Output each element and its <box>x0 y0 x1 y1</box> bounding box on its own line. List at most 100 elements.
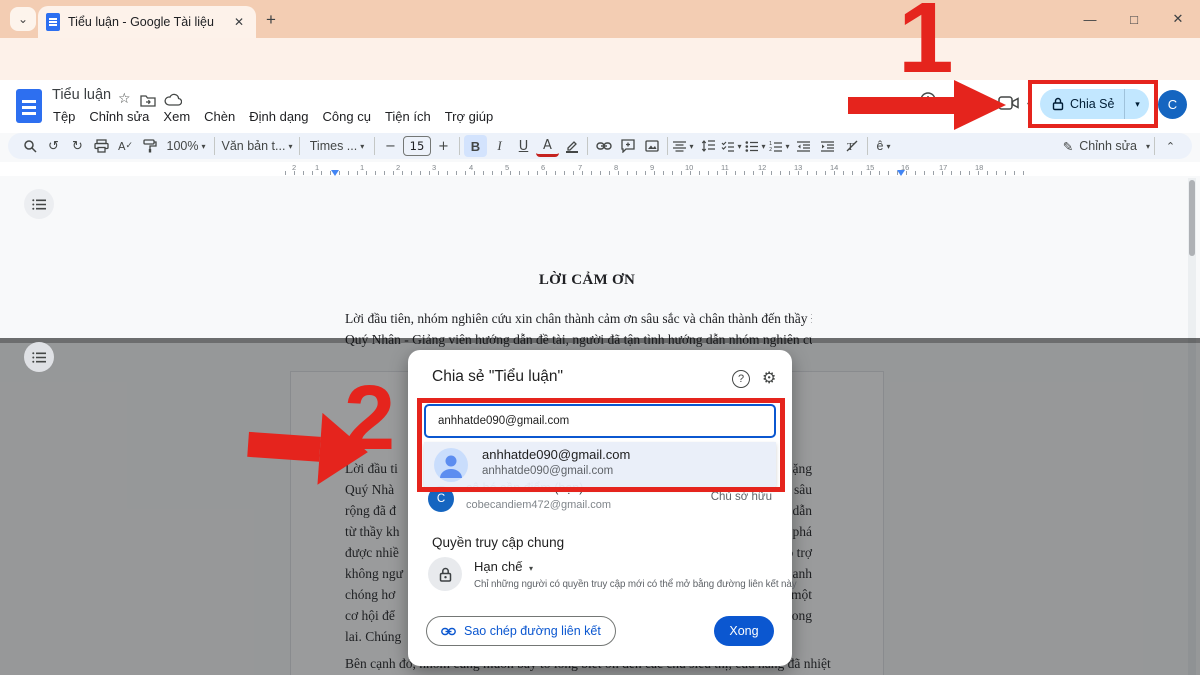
pencil-icon: ✎ <box>1063 139 1073 154</box>
lock-icon <box>439 567 452 582</box>
docs-favicon <box>46 13 60 31</box>
font-size-increase-button[interactable]: + <box>432 135 455 157</box>
window-minimize-button[interactable]: — <box>1068 0 1112 38</box>
access-level-select[interactable]: Hạn chế ▾ <box>474 559 533 574</box>
paragraph-style-select[interactable]: Văn bản t...▾ <box>219 135 295 157</box>
settings-gear-icon[interactable]: ⚙ <box>762 368 776 387</box>
docs-header: Tiểu luận ☆ Tệp Chỉnh sửa Xem Chèn Định … <box>0 80 1200 133</box>
align-icon[interactable]: ▾ <box>672 135 695 157</box>
annotation-box-email <box>417 398 785 492</box>
redo-icon[interactable]: ↻ <box>66 135 89 157</box>
docs-logo[interactable] <box>16 89 42 123</box>
ruler-number: 15 <box>866 163 874 172</box>
outline-icon <box>32 352 46 363</box>
horizontal-ruler[interactable]: 21123456789101112131415161718 <box>0 162 1200 177</box>
chevron-down-icon: ▾ <box>529 564 533 573</box>
general-access-title: Quyền truy cập chung <box>432 535 564 550</box>
ruler-number: 13 <box>794 163 802 172</box>
font-size-decrease-button[interactable]: − <box>379 135 402 157</box>
ruler-number: 7 <box>578 163 582 172</box>
line-spacing-icon[interactable] <box>696 135 719 157</box>
menu-cong-cu[interactable]: Công cụ <box>316 107 378 126</box>
undo-icon[interactable]: ↺ <box>42 135 65 157</box>
account-avatar[interactable]: C <box>1158 90 1187 119</box>
ruler-number: 9 <box>650 163 654 172</box>
zoom-select[interactable]: 100%▾ <box>162 135 210 157</box>
ruler-number: 12 <box>758 163 766 172</box>
help-icon[interactable]: ? <box>732 370 750 388</box>
increase-indent-icon[interactable] <box>816 135 839 157</box>
ruler-number: 5 <box>505 163 509 172</box>
spellcheck-icon[interactable]: A✓ <box>114 135 137 157</box>
highlight-color-button[interactable] <box>560 135 583 157</box>
window-maximize-button[interactable]: □ <box>1112 0 1156 38</box>
underline-button[interactable]: U <box>512 135 535 157</box>
paint-format-icon[interactable] <box>138 135 161 157</box>
search-icon[interactable] <box>18 135 41 157</box>
outline-button[interactable] <box>24 189 54 219</box>
mode-label: Chỉnh sửa <box>1079 139 1137 153</box>
menu-dinh-dang[interactable]: Định dạng <box>242 107 315 126</box>
ruler-number: 6 <box>541 163 545 172</box>
menu-xem[interactable]: Xem <box>156 107 197 126</box>
owner-role: Chủ sở hữu <box>711 491 772 503</box>
numbered-list-icon[interactable]: 12▾ <box>768 135 791 157</box>
restricted-lock-badge <box>428 557 462 591</box>
menu-bar: Tệp Chỉnh sửa Xem Chèn Định dạng Công cụ… <box>46 107 500 126</box>
ruler-number: 17 <box>939 163 947 172</box>
ruler-number: 18 <box>975 163 983 172</box>
menu-tep[interactable]: Tệp <box>46 107 82 126</box>
menu-chen[interactable]: Chèn <box>197 107 242 126</box>
clear-formatting-icon[interactable]: T <box>840 135 863 157</box>
tab-search-button[interactable]: ⌄ <box>10 7 36 31</box>
input-tools-button[interactable]: ê▾ <box>872 135 895 157</box>
insert-link-icon[interactable] <box>592 135 615 157</box>
ruler-number: 2 <box>292 163 296 172</box>
menu-chinh-sua[interactable]: Chỉnh sửa <box>82 107 156 126</box>
toolbar: ↺ ↻ A✓ 100%▾ Văn bản t...▾ Times ...▾ − … <box>8 133 1192 159</box>
font-size-field[interactable]: 15 <box>403 135 431 157</box>
insert-image-icon[interactable] <box>640 135 663 157</box>
text-color-button[interactable]: A <box>536 137 559 157</box>
bold-button[interactable]: B <box>464 135 487 157</box>
italic-button[interactable]: I <box>488 135 511 157</box>
scrollbar-thumb[interactable] <box>1189 180 1195 256</box>
tab-close-icon[interactable]: ✕ <box>230 13 248 31</box>
star-icon[interactable]: ☆ <box>118 91 131 107</box>
url-bar: ← → ⟳ docs.google.com/document/d/1NXTX70… <box>0 38 1200 80</box>
annotation-step-1: 1 <box>898 0 954 88</box>
ruler-number: 14 <box>830 163 838 172</box>
window-close-button[interactable]: ✕ <box>1156 0 1200 38</box>
ruler-number: 4 <box>469 163 473 172</box>
annotation-arrow-2 <box>246 408 371 488</box>
owner-email: cobecandiem472@gmail.com <box>466 499 611 511</box>
font-select[interactable]: Times ...▾ <box>304 135 370 157</box>
bulleted-list-icon[interactable]: ▾ <box>744 135 767 157</box>
checklist-icon[interactable]: ▾ <box>720 135 743 157</box>
chevron-down-icon: ⌄ <box>18 12 28 26</box>
new-tab-button[interactable]: + <box>266 10 276 30</box>
cloud-status-icon[interactable] <box>164 93 182 107</box>
print-icon[interactable] <box>90 135 113 157</box>
svg-text:2: 2 <box>769 147 772 152</box>
document-title[interactable]: Tiểu luận <box>52 87 111 103</box>
ruler-number: 3 <box>432 163 436 172</box>
move-folder-icon[interactable] <box>140 93 156 107</box>
menu-tien-ich[interactable]: Tiện ích <box>378 107 438 126</box>
ruler-number: 1 <box>360 163 364 172</box>
menu-tro-giup[interactable]: Trợ giúp <box>438 107 501 126</box>
editing-mode-button[interactable]: ✎ Chỉnh sửa ▾ <box>1063 139 1150 154</box>
annotation-box-share <box>1028 80 1158 128</box>
annotation-arrow-1 <box>848 80 1006 130</box>
hide-menus-icon[interactable]: ⌃ <box>1159 135 1182 157</box>
copy-link-button[interactable]: Sao chép đường liên kết <box>426 616 616 646</box>
outline-button-2[interactable] <box>24 342 54 372</box>
browser-tab[interactable]: Tiểu luận - Google Tài liệu ✕ <box>38 6 256 38</box>
ruler-number: 10 <box>685 163 693 172</box>
access-description: Chỉ những người có quyền truy cập mới có… <box>474 579 797 590</box>
done-button[interactable]: Xong <box>714 616 774 646</box>
doc-heading: LỜI CẢM ƠN <box>290 272 884 289</box>
add-comment-icon[interactable] <box>616 135 639 157</box>
screen: ⌄ Tiểu luận - Google Tài liệu ✕ + — □ ✕ … <box>0 0 1200 675</box>
decrease-indent-icon[interactable] <box>792 135 815 157</box>
